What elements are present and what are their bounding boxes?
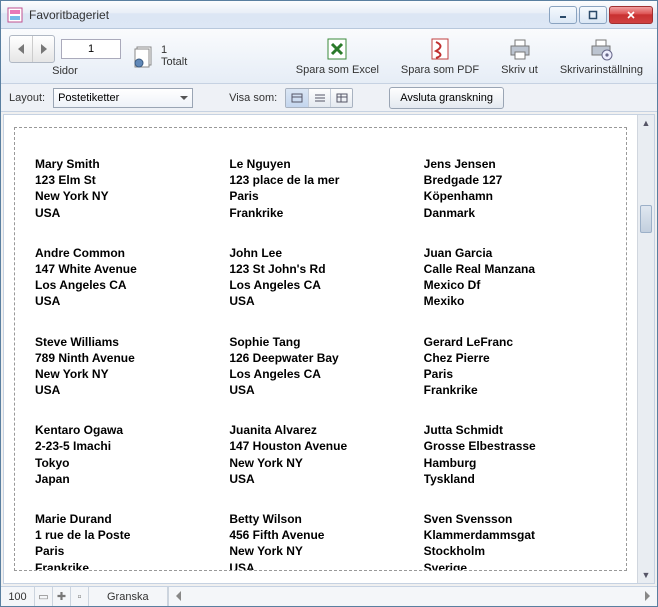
address-label: Juanita Alvarez147 Houston AvenueNew Yor… xyxy=(229,422,411,487)
zoom-page-icon[interactable]: ▫ xyxy=(71,587,89,606)
address-label: Andre Common147 White AvenueLos Angeles … xyxy=(35,245,217,310)
layout-select[interactable]: Postetiketter xyxy=(53,88,193,108)
titlebar: Favoritbageriet xyxy=(1,1,657,29)
excel-icon xyxy=(324,36,350,62)
address-label: Betty Wilson456 Fifth AvenueNew York NYU… xyxy=(229,511,411,571)
address-label: Steve Williams789 Ninth AvenueNew York N… xyxy=(35,334,217,399)
preview-page: Mary Smith123 Elm StNew York NYUSALe Ngu… xyxy=(14,127,627,571)
exit-preview-button[interactable]: Avsluta granskning xyxy=(389,87,504,109)
print-button[interactable]: Skriv ut xyxy=(495,34,544,78)
save-as-excel-button[interactable]: Spara som Excel xyxy=(290,34,385,78)
page-nav-group xyxy=(9,35,55,63)
printer-settings-button[interactable]: Skrivarinställning xyxy=(554,34,649,78)
scroll-down-button[interactable]: ▼ xyxy=(638,567,654,583)
address-label: Sven SvenssonKlammerdammsgatStockholmSve… xyxy=(424,511,606,571)
total-count: 1 xyxy=(161,44,187,56)
address-label: Kentaro Ogawa2-23-5 ImachiTokyoJapan xyxy=(35,422,217,487)
save-as-pdf-button[interactable]: Spara som PDF xyxy=(395,34,485,78)
view-mode-table[interactable] xyxy=(330,89,352,107)
printer-settings-icon xyxy=(588,36,614,62)
pages-label: Sidor xyxy=(52,65,78,77)
page-number-input[interactable] xyxy=(61,39,121,59)
minimize-button[interactable] xyxy=(549,6,577,24)
window-title: Favoritbageriet xyxy=(29,8,549,22)
preview-area: Mary Smith123 Elm StNew York NYUSALe Ngu… xyxy=(3,114,655,584)
zoom-level[interactable]: 100 xyxy=(1,587,35,606)
pdf-icon xyxy=(427,36,453,62)
address-label: Le Nguyen123 place de la merParisFrankri… xyxy=(229,156,411,221)
scroll-up-button[interactable]: ▲ xyxy=(638,115,654,131)
close-button[interactable] xyxy=(609,6,653,24)
view-as-label: Visa som: xyxy=(229,92,277,104)
zoom-fit-icon[interactable]: ✚ xyxy=(53,587,71,606)
address-label: Marie Durand1 rue de la PosteParisFrankr… xyxy=(35,511,217,571)
address-label: Mary Smith123 Elm StNew York NYUSA xyxy=(35,156,217,221)
secondary-toolbar: Layout: Postetiketter Visa som: Avsluta … xyxy=(1,84,657,112)
address-label: Jutta SchmidtGrosse ElbestrasseHamburgTy… xyxy=(424,422,606,487)
total-pages-group: 1 Totalt xyxy=(131,43,187,69)
vertical-scrollbar[interactable]: ▲ ▼ xyxy=(637,115,654,583)
view-mode-form[interactable] xyxy=(286,89,308,107)
horizontal-scrollbar[interactable] xyxy=(168,587,657,606)
view-mode-list[interactable] xyxy=(308,89,330,107)
main-toolbar: Sidor 1 Totalt Spara som Excel Spara som… xyxy=(1,29,657,84)
layout-label: Layout: xyxy=(9,92,45,104)
scroll-thumb[interactable] xyxy=(640,205,652,233)
address-label: Juan GarciaCalle Real ManzanaMexico DfMe… xyxy=(424,245,606,310)
prev-page-button[interactable] xyxy=(10,36,32,62)
printer-icon xyxy=(507,36,533,62)
status-tab[interactable]: Granska xyxy=(89,587,168,606)
address-label: Gerard LeFrancChez PierreParisFrankrike xyxy=(424,334,606,399)
view-mode-buttons xyxy=(285,88,353,108)
table-view-icon xyxy=(336,93,348,103)
address-label: John Lee123 St John's RdLos Angeles CAUS… xyxy=(229,245,411,310)
form-view-icon xyxy=(291,93,303,103)
address-label: Sophie Tang126 Deepwater BayLos Angeles … xyxy=(229,334,411,399)
total-label: Totalt xyxy=(161,56,187,68)
list-view-icon xyxy=(314,93,326,103)
pages-stack-icon xyxy=(131,43,157,69)
app-icon xyxy=(7,7,23,23)
status-bar: 100 ▭ ✚ ▫ Granska xyxy=(1,586,657,606)
maximize-button[interactable] xyxy=(579,6,607,24)
next-page-button[interactable] xyxy=(32,36,54,62)
zoom-out-icon[interactable]: ▭ xyxy=(35,587,53,606)
address-label: Jens JensenBredgade 127KöpenhamnDanmark xyxy=(424,156,606,221)
